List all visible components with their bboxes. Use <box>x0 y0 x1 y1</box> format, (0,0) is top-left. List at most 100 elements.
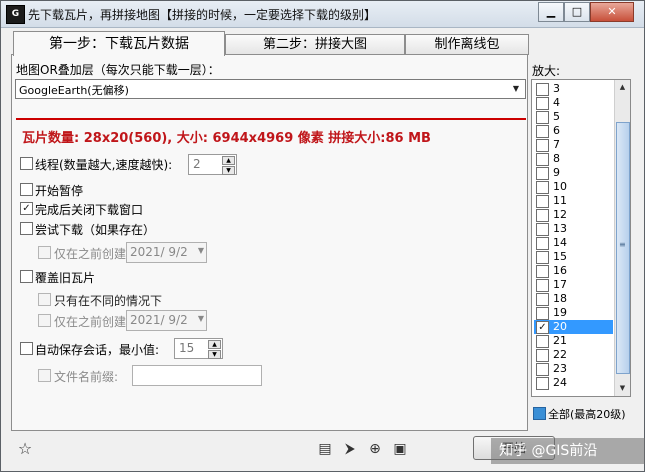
date-picker-2[interactable]: 2021/ 9/2 ▼ <box>126 310 207 331</box>
zoom-level-item[interactable]: 14 <box>534 236 613 250</box>
zoom-level-checkbox[interactable] <box>536 377 549 390</box>
autosave-stepper[interactable]: 15 ▲ ▼ <box>174 338 223 359</box>
zoom-level-item[interactable]: 13 <box>534 222 613 236</box>
zoom-level-checkbox[interactable] <box>536 293 549 306</box>
zoom-level-checkbox[interactable]: ✓ <box>536 321 549 334</box>
autosave-checkbox[interactable] <box>20 342 33 355</box>
close-button[interactable]: ✕ <box>590 2 634 22</box>
try-download-checkbox[interactable] <box>20 222 33 235</box>
autosave-value: 15 <box>179 341 195 355</box>
zoom-level-checkbox[interactable] <box>536 111 549 124</box>
minimize-button[interactable]: ▁ <box>538 2 564 22</box>
star-icon[interactable]: ☆ <box>17 441 33 457</box>
zoom-level-checkbox[interactable] <box>536 349 549 362</box>
chevron-down-icon: ▼ <box>197 314 204 323</box>
scroll-grip-icon: ≡ <box>619 240 626 249</box>
zoom-level-checkbox[interactable] <box>536 265 549 278</box>
maximize-button[interactable]: □ <box>564 2 590 22</box>
scroll-down-icon[interactable]: ▼ <box>615 381 630 396</box>
chevron-down-icon: ▼ <box>197 246 204 255</box>
zoom-level-item[interactable]: 12 <box>534 208 613 222</box>
spin-down-icon[interactable]: ▼ <box>222 166 235 175</box>
only-before-2-checkbox[interactable] <box>38 314 51 327</box>
zoom-level-checkbox[interactable] <box>536 181 549 194</box>
date-picker-1[interactable]: 2021/ 9/2 ▼ <box>126 242 207 263</box>
tab-stitch-image[interactable]: 第二步：拼接大图 <box>225 34 405 55</box>
threads-stepper[interactable]: 2 ▲ ▼ <box>188 154 237 175</box>
zoom-level-label: 24 <box>553 376 567 389</box>
overwrite-checkbox[interactable] <box>20 270 33 283</box>
save-icon[interactable]: ▣ <box>392 441 408 457</box>
zoom-level-item[interactable]: 11 <box>534 194 613 208</box>
zoom-level-item[interactable]: 9 <box>534 166 613 180</box>
zoom-level-checkbox[interactable] <box>536 209 549 222</box>
zoom-level-checkbox[interactable] <box>536 279 549 292</box>
zoom-level-item[interactable]: ✓ 20 <box>534 320 613 334</box>
threads-label: 线程(数量越大,速度越快): <box>35 158 173 172</box>
zoom-level-label: 22 <box>553 348 567 361</box>
zoom-level-item[interactable]: 3 <box>534 82 613 96</box>
zoom-level-item[interactable]: 19 <box>534 306 613 320</box>
spin-up-icon[interactable]: ▲ <box>208 340 221 349</box>
zoom-level-item[interactable]: 22 <box>534 348 613 362</box>
zoom-level-checkbox[interactable] <box>536 167 549 180</box>
document-icon[interactable]: ▤ <box>317 441 333 457</box>
zoom-level-item[interactable]: 24 <box>534 376 613 390</box>
only-diff-checkbox[interactable] <box>38 293 51 306</box>
zoom-level-item[interactable]: 5 <box>534 110 613 124</box>
zoom-in-icon[interactable]: ⊕ <box>367 441 383 457</box>
threads-checkbox[interactable] <box>20 157 33 170</box>
zoom-level-checkbox[interactable] <box>536 97 549 110</box>
only-before-checkbox[interactable] <box>38 246 51 259</box>
zoom-level-checkbox[interactable] <box>536 307 549 320</box>
zoom-level-checkbox[interactable] <box>536 83 549 96</box>
zoom-level-label: 11 <box>553 194 567 207</box>
layer-label: 地图OR叠加层（每次只能下载一层）： <box>16 63 220 77</box>
tab-offline-pack[interactable]: 制作离线包 <box>405 34 529 55</box>
zoom-level-label: 7 <box>553 138 560 151</box>
cursor-icon[interactable]: ⮞ <box>342 441 358 457</box>
chevron-down-icon: ▼ <box>512 84 520 93</box>
zoom-level-label: 21 <box>553 334 567 347</box>
pause-checkbox[interactable] <box>20 183 33 196</box>
zoom-level-checkbox[interactable] <box>536 139 549 152</box>
zoom-level-checkbox[interactable] <box>536 363 549 376</box>
zoom-level-checkbox[interactable] <box>536 251 549 264</box>
zoom-level-item[interactable]: 17 <box>534 278 613 292</box>
zoom-level-label: 15 <box>553 250 567 263</box>
zoom-level-item[interactable]: 16 <box>534 264 613 278</box>
scroll-up-icon[interactable]: ▲ <box>615 80 630 95</box>
zoom-scrollbar[interactable]: ▲ ≡ ▼ <box>614 80 630 396</box>
zoom-level-checkbox[interactable] <box>536 335 549 348</box>
threads-value: 2 <box>193 157 201 171</box>
zoom-level-checkbox[interactable] <box>536 153 549 166</box>
spin-down-icon[interactable]: ▼ <box>208 350 221 359</box>
spin-up-icon[interactable]: ▲ <box>222 156 235 165</box>
try-download-label: 尝试下载（如果存在） <box>35 223 156 237</box>
window-title: 先下载瓦片，再拼接地图【拼接的时候，一定要选择下载的级别】 <box>28 8 377 22</box>
zoom-level-checkbox[interactable] <box>536 195 549 208</box>
tab-download-tiles[interactable]: 第一步：下载瓦片数据 <box>13 31 225 56</box>
zoom-level-item[interactable]: 21 <box>534 334 613 348</box>
prefix-checkbox[interactable] <box>38 369 51 382</box>
download-panel: 地图OR叠加层（每次只能下载一层）： GoogleEarth(无偏移) ▼ 瓦片… <box>11 54 528 431</box>
zoom-level-checkbox[interactable] <box>536 223 549 236</box>
zoom-level-checkbox[interactable] <box>536 125 549 138</box>
zoom-level-item[interactable]: 8 <box>534 152 613 166</box>
title-bar: G 先下载瓦片，再拼接地图【拼接的时候，一定要选择下载的级别】 ▁ □ ✕ <box>1 1 644 28</box>
zoom-level-item[interactable]: 7 <box>534 138 613 152</box>
close-after-checkbox[interactable]: ✓ <box>20 202 33 215</box>
zoom-level-list[interactable]: ▲ ≡ ▼ 3 4 5 6 7 8 9 10 11 12 13 14 15 16 17 18 19 ✓ 20 21 22… <box>531 79 631 397</box>
tile-summary: 瓦片数量: 28x20(560), 大小: 6944x4969 像素 拼接大小:… <box>22 131 431 146</box>
app-window: G 先下载瓦片，再拼接地图【拼接的时候，一定要选择下载的级别】 ▁ □ ✕ 第一… <box>0 0 645 472</box>
layer-select[interactable]: GoogleEarth(无偏移) ▼ <box>15 79 526 99</box>
zoom-level-checkbox[interactable] <box>536 237 549 250</box>
zoom-level-item[interactable]: 6 <box>534 124 613 138</box>
zoom-level-item[interactable]: 18 <box>534 292 613 306</box>
zoom-level-item[interactable]: 23 <box>534 362 613 376</box>
zoom-level-item[interactable]: 10 <box>534 180 613 194</box>
all-levels-checkbox[interactable] <box>533 407 546 420</box>
zoom-level-item[interactable]: 15 <box>534 250 613 264</box>
prefix-input[interactable] <box>132 365 262 386</box>
zoom-level-item[interactable]: 4 <box>534 96 613 110</box>
